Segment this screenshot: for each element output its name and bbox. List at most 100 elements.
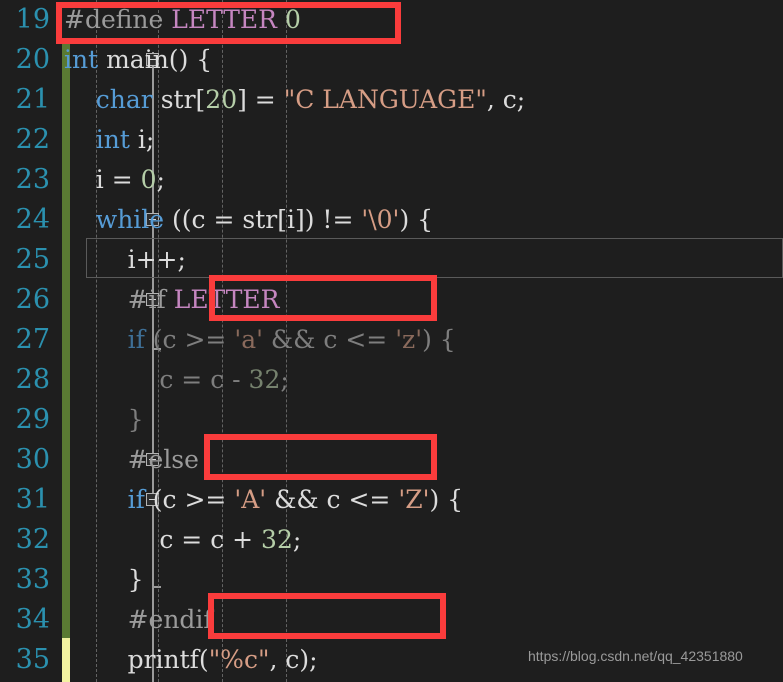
token-plain: } bbox=[64, 565, 144, 594]
code-text[interactable]: } bbox=[64, 560, 144, 600]
token-pp: #endif bbox=[64, 605, 213, 634]
token-plain: } bbox=[64, 405, 144, 434]
token-str: 'z' bbox=[395, 325, 423, 354]
line-number: 25 bbox=[15, 244, 50, 275]
code-line[interactable]: 29 } bbox=[0, 400, 783, 440]
line-number: 28 bbox=[15, 364, 50, 395]
token-plain: ; bbox=[280, 365, 289, 394]
token-plain: str[ bbox=[152, 85, 206, 114]
line-number: 35 bbox=[15, 644, 50, 675]
code-line[interactable]: 19 #define LETTER 0 bbox=[0, 0, 783, 40]
code-text[interactable]: #define LETTER 0 bbox=[64, 0, 301, 40]
token-plain: c = c + bbox=[64, 525, 262, 554]
token-plain: && c <= bbox=[262, 325, 396, 354]
code-text[interactable]: if (c >= 'a' && c <= 'z') { bbox=[64, 320, 456, 360]
line-number: 24 bbox=[15, 204, 50, 235]
token-plain: , c); bbox=[269, 645, 318, 674]
code-line[interactable]: 24 while ((c = str[i]) != '\0') { bbox=[0, 200, 783, 240]
code-text[interactable]: int i; bbox=[64, 120, 155, 160]
code-line[interactable]: 30 #else bbox=[0, 440, 783, 480]
token-macro: LETTER bbox=[171, 5, 278, 34]
line-number: 30 bbox=[15, 444, 50, 475]
line-number: 33 bbox=[15, 564, 50, 595]
code-line[interactable]: 26 #if LETTER bbox=[0, 280, 783, 320]
token-str: 'A' bbox=[234, 485, 267, 514]
token-str: '\0' bbox=[361, 205, 400, 234]
line-number: 21 bbox=[15, 84, 50, 115]
token-num: 32 bbox=[248, 365, 281, 394]
token-plain: && c <= bbox=[266, 485, 399, 514]
token-plain: i++; bbox=[64, 245, 186, 274]
token-plain: (c >= bbox=[144, 325, 235, 354]
code-text[interactable]: } bbox=[64, 400, 144, 440]
code-text[interactable]: i++; bbox=[64, 240, 186, 280]
token-pp: #if bbox=[64, 285, 174, 314]
token-pp: #define bbox=[64, 5, 172, 34]
token-plain: c = c - bbox=[64, 365, 249, 394]
code-line[interactable]: 28 c = c - 32; bbox=[0, 360, 783, 400]
code-line[interactable]: 33 } bbox=[0, 560, 783, 600]
token-plain: ((c = str[i]) != bbox=[164, 205, 362, 234]
token-num: 32 bbox=[261, 525, 293, 554]
token-macro: LETTER bbox=[173, 285, 280, 314]
token-plain: main() { bbox=[98, 45, 213, 74]
token-plain: ; bbox=[292, 525, 302, 554]
token-num: 20 bbox=[205, 85, 238, 114]
code-text[interactable]: #else bbox=[64, 440, 199, 480]
token-num: 0 bbox=[140, 165, 157, 194]
code-text[interactable]: printf("%c", c); bbox=[64, 640, 318, 680]
line-number: 23 bbox=[15, 164, 50, 195]
watermark-text: https://blog.csdn.net/qq_42351880 bbox=[528, 648, 743, 664]
code-line[interactable]: 25 i++; bbox=[0, 240, 783, 280]
token-plain: printf( bbox=[64, 645, 209, 674]
token-kw: int bbox=[64, 45, 99, 74]
token-str: "C LANGUAGE" bbox=[283, 85, 487, 114]
line-number: 27 bbox=[15, 324, 50, 355]
code-line[interactable]: 20 int main() { bbox=[0, 40, 783, 80]
token-plain: ) { bbox=[399, 205, 434, 234]
code-line[interactable]: 21 char str[20] = "C LANGUAGE", c; bbox=[0, 80, 783, 120]
line-number: 34 bbox=[15, 604, 50, 635]
token-kw: if bbox=[127, 485, 145, 514]
token-plain: ; bbox=[156, 165, 165, 194]
code-line[interactable]: 32 c = c + 32; bbox=[0, 520, 783, 560]
token-kw: while bbox=[95, 205, 165, 234]
code-editor[interactable]: 19 #define LETTER 0 20 int main() {21 char … bbox=[0, 0, 783, 682]
code-text[interactable]: i = 0; bbox=[64, 160, 165, 200]
code-text[interactable]: if (c >= 'A' && c <= 'Z') { bbox=[64, 480, 464, 520]
code-text[interactable]: c = c - 32; bbox=[64, 360, 289, 400]
token-plain: i; bbox=[129, 125, 155, 154]
code-text[interactable]: char str[20] = "C LANGUAGE", c; bbox=[64, 80, 525, 120]
token-plain: (c >= bbox=[144, 485, 235, 514]
code-line[interactable]: 22 int i; bbox=[0, 120, 783, 160]
token-str: "%c" bbox=[208, 645, 270, 674]
code-text[interactable]: #endif bbox=[64, 600, 213, 640]
code-line[interactable]: 34 #endif bbox=[0, 600, 783, 640]
token-plain: ] = bbox=[237, 85, 284, 114]
token-kw: char bbox=[95, 85, 153, 114]
token-plain: i = bbox=[64, 165, 141, 194]
line-number: 31 bbox=[15, 484, 50, 515]
token-pp: #else bbox=[64, 445, 199, 474]
token-kw: int bbox=[95, 125, 130, 154]
code-line[interactable]: 23 i = 0; bbox=[0, 160, 783, 200]
line-number: 19 bbox=[15, 4, 50, 35]
code-line[interactable]: 27 if (c >= 'a' && c <= 'z') { bbox=[0, 320, 783, 360]
line-number: 32 bbox=[15, 524, 50, 555]
token-str: 'a' bbox=[234, 325, 263, 354]
token-plain: ) { bbox=[429, 485, 464, 514]
token-plain: , c; bbox=[486, 85, 526, 114]
code-line[interactable]: 31 if (c >= 'A' && c <= 'Z') { bbox=[0, 480, 783, 520]
token-plain: ) { bbox=[422, 325, 456, 354]
code-text[interactable]: c = c + 32; bbox=[64, 520, 301, 560]
token-kw: if bbox=[127, 325, 145, 354]
code-text[interactable]: #if LETTER bbox=[64, 280, 280, 320]
code-text[interactable]: while ((c = str[i]) != '\0') { bbox=[64, 200, 433, 240]
code-text[interactable]: int main() { bbox=[64, 40, 212, 80]
